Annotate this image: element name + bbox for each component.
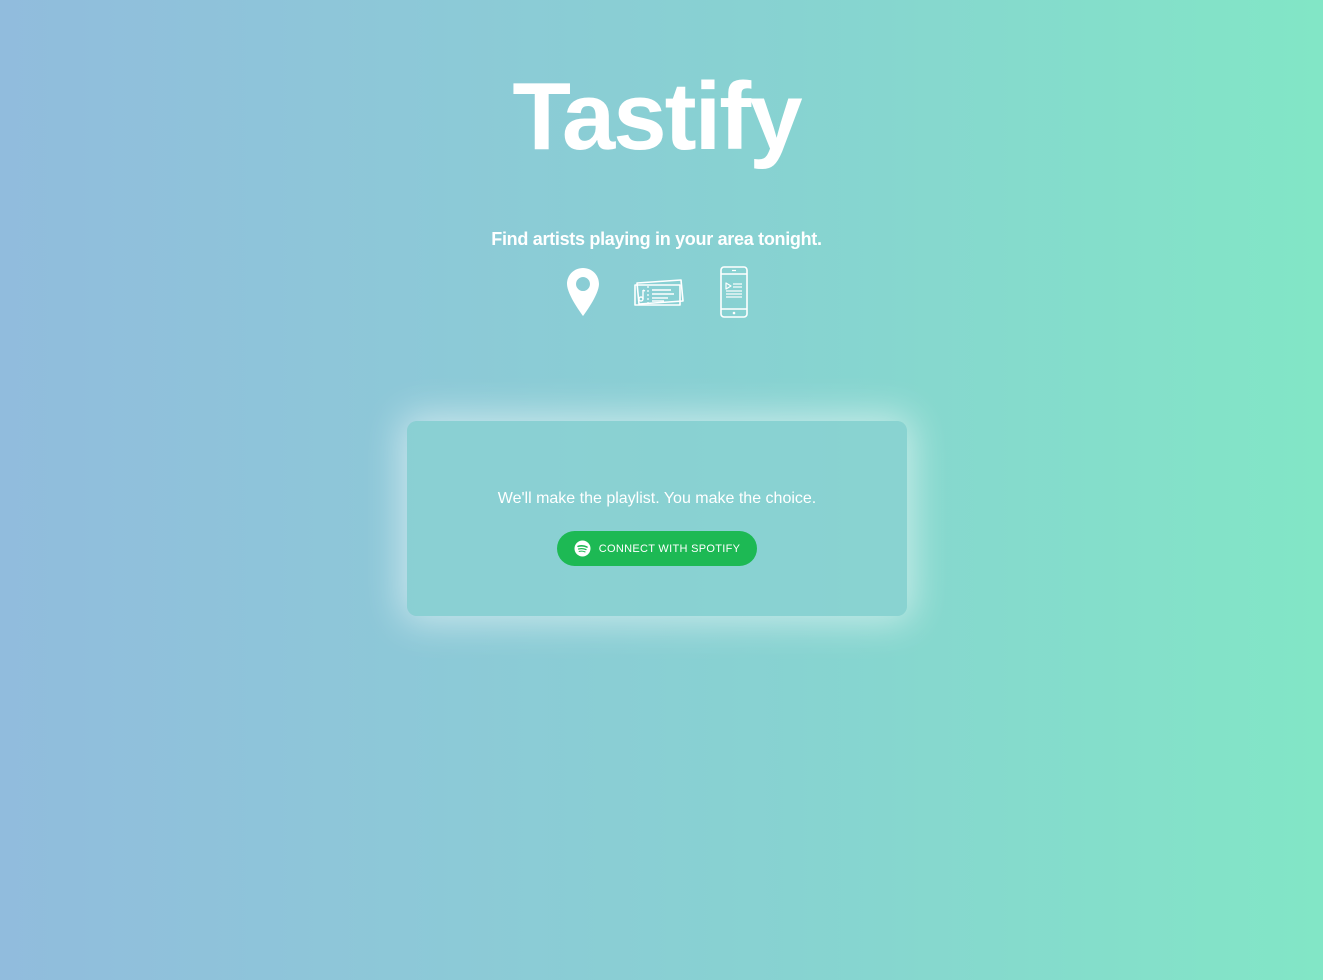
card-message: We'll make the playlist. You make the ch… [497, 490, 817, 507]
phone-playlist-icon [719, 266, 748, 318]
landing-page: Tastify Find artists playing in your are… [0, 0, 1323, 980]
tagline: Find artists playing in your area tonigh… [491, 229, 822, 249]
connect-spotify-button[interactable]: CONNECT WITH SPOTIFY [557, 531, 757, 566]
connect-card: We'll make the playlist. You make the ch… [407, 421, 907, 616]
location-pin-icon [566, 268, 599, 316]
concert-ticket-icon [633, 279, 684, 306]
feature-icons [0, 266, 1313, 318]
connect-button-label: CONNECT WITH SPOTIFY [598, 542, 741, 555]
spotify-icon [574, 540, 591, 557]
app-title: Tastify [512, 63, 802, 170]
